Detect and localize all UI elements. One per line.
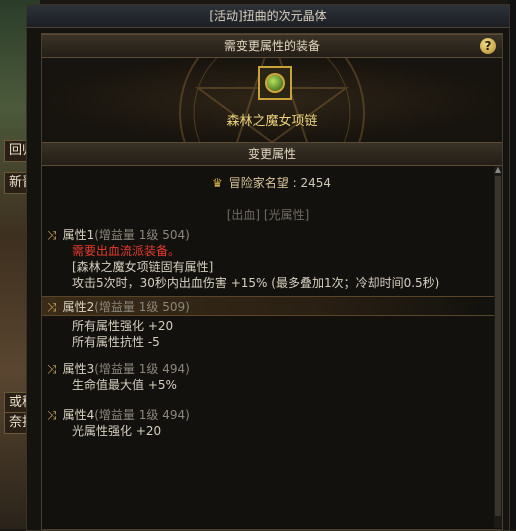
attribute-line: 攻击5次时，30秒内出血伤害 +15% (最多叠加1次；冷却时间0.5秒) (72, 276, 440, 290)
renown-row: ♛ 冒险家名望 : 2454 (212, 174, 331, 191)
change-attribute-header: 变更属性 (42, 142, 502, 166)
attribute-requirement: 需要出血流派装备。 (72, 244, 181, 258)
crystal-window: [活动]扭曲的次元晶体 需变更属性的装备 ? 森林之魔女项链 变更属性 ♛ 冒险家… (26, 4, 510, 531)
renown-label: 冒险家名望 (228, 176, 289, 190)
shuffle-icon: ⤨ (47, 228, 57, 242)
attribute-title: ⤨ 属性3(增益量 1级 494) (47, 360, 190, 377)
item-name: 森林之魔女项链 (226, 114, 318, 129)
crown-icon: ♛ (212, 176, 223, 190)
attribute-option-2-details: 所有属性强化 +20 所有属性抗性 -5 (42, 316, 494, 350)
window-title[interactable]: [活动]扭曲的次元晶体 (27, 5, 509, 28)
attribute-option-4[interactable]: ⤨ 属性4(增益量 1级 494) 光属性强化 +20 (42, 404, 494, 440)
scroll-up-icon[interactable]: ▲ (494, 166, 502, 174)
attribute-level: (增益量 1级 494) (94, 362, 190, 376)
equipment-header-title: 需变更属性的装备 (223, 39, 320, 53)
attribute-title: ⤨ 属性4(增益量 1级 494) (47, 406, 190, 423)
attribute-level: (增益量 1级 504) (94, 228, 190, 242)
shuffle-icon: ⤨ (47, 408, 57, 422)
attribute-name: 属性4 (62, 408, 95, 422)
equipment-header: 需变更属性的装备 ? (42, 34, 502, 58)
attribute-title: ⤨ 属性2(增益量 1级 509) (47, 298, 190, 315)
attribute-level: (增益量 1级 494) (94, 408, 190, 422)
attribute-tags: [出血] [光属性] (226, 208, 310, 222)
renown-value: : 2454 (292, 176, 332, 190)
attribute-panel: ♛ 冒险家名望 : 2454 [出血] [光属性] ⤨ 属性1(增益量 1级 504… (42, 166, 494, 528)
attribute-line: 所有属性抗性 -5 (72, 335, 160, 349)
attribute-name: 属性3 (62, 362, 95, 376)
attribute-option-2[interactable]: ⤨ 属性2(增益量 1级 509) (42, 296, 494, 316)
attribute-line: 所有属性强化 +20 (72, 319, 174, 333)
attribute-scrollbar[interactable]: ▲ (494, 166, 502, 528)
shuffle-icon: ⤨ (47, 300, 57, 314)
attribute-line: [森林之魔女项链固有属性] (72, 260, 214, 274)
necklace-item-slot[interactable] (258, 66, 292, 100)
attribute-option-1[interactable]: ⤨ 属性1(增益量 1级 504) 需要出血流派装备。 [森林之魔女项链固有属性]… (42, 224, 494, 294)
attribute-name: 属性1 (62, 228, 95, 242)
item-emblem-area: 森林之魔女项链 (42, 58, 502, 142)
necklace-icon (265, 73, 285, 93)
attribute-line: 生命值最大值 +5% (72, 378, 177, 392)
shuffle-icon: ⤨ (47, 362, 57, 376)
attribute-title: ⤨ 属性1(增益量 1级 504) (47, 226, 190, 243)
attribute-level: (增益量 1级 509) (94, 300, 190, 314)
attribute-name: 属性2 (62, 300, 95, 314)
content-panel: 需变更属性的装备 ? 森林之魔女项链 变更属性 ♛ 冒险家名望 : 2454 [出… (41, 33, 503, 530)
attribute-option-3[interactable]: ⤨ 属性3(增益量 1级 494) 生命值最大值 +5% (42, 358, 494, 394)
attribute-line: 光属性强化 +20 (72, 424, 162, 438)
scroll-thumb[interactable] (495, 176, 501, 516)
question-icon[interactable]: ? (480, 38, 496, 54)
